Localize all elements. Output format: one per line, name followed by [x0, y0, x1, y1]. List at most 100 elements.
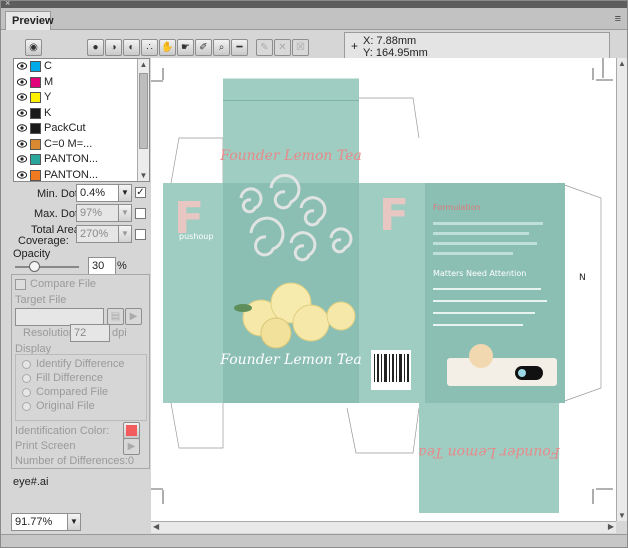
tac-label-2: Coverage:	[18, 235, 69, 247]
separation-name: PackCut	[44, 122, 86, 134]
separation-name: Y	[44, 91, 52, 103]
eye-icon[interactable]	[17, 124, 27, 132]
formulation-heading: Formulation	[433, 203, 481, 212]
opacity-unit: %	[117, 260, 127, 272]
option-fill-difference[interactable]: Fill Difference	[36, 372, 103, 384]
eye-icon[interactable]	[17, 62, 27, 70]
trash-icon[interactable]: ☒	[292, 39, 309, 56]
radio-original-file[interactable]	[22, 402, 31, 411]
canvas-scroll-up-icon[interactable]: ▲	[618, 59, 626, 68]
tac-checkbox[interactable]	[135, 229, 146, 240]
color-swatch	[30, 76, 41, 88]
scroll-down-arrow-icon[interactable]: ▼	[139, 171, 148, 180]
eye-icon[interactable]	[17, 139, 27, 148]
min-dot-checkbox[interactable]: ✓	[135, 187, 146, 198]
hand-tool-icon[interactable]: ✋	[159, 39, 176, 56]
separation-preview-icon[interactable]: ◑	[105, 39, 122, 56]
preview-panel: × Preview ≡ ◉ ● ◑ ◐ ∴ ✋ ☛ ✐ ⌕ ━ ✎ ✕ ☒ + …	[0, 0, 628, 548]
eyedropper-icon[interactable]: ✐	[195, 39, 212, 56]
min-dot-dropdown[interactable]: ▼	[118, 184, 132, 202]
color-swatch	[30, 138, 41, 150]
radio-identify-difference[interactable]	[22, 360, 31, 369]
zoom-input[interactable]: 91.77%	[11, 513, 69, 531]
canvas-scroll-down-icon[interactable]: ▼	[618, 511, 626, 520]
resolution-input[interactable]: 72	[70, 324, 110, 342]
bottom-product-title: Founder Lemon Tea	[418, 444, 560, 460]
separation-row[interactable]: C=0 M=...	[14, 137, 138, 153]
pencil-icon[interactable]: ✎	[256, 39, 273, 56]
scroll-thumb[interactable]	[139, 73, 148, 149]
opacity-slider-handle[interactable]	[29, 261, 41, 272]
option-original-file[interactable]: Original File	[36, 400, 95, 412]
panel-menu-icon[interactable]: ≡	[615, 13, 621, 25]
preview-canvas[interactable]: Founder Lemon Tea Founder Lemon Tea Foun…	[151, 58, 616, 521]
print-screen-label: Print Screen	[15, 440, 76, 452]
scroll-left-arrow-icon[interactable]: ◀	[153, 522, 159, 531]
panel-resize-strip[interactable]	[1, 534, 627, 547]
play-icon[interactable]: ▶	[125, 308, 142, 325]
eye-icon[interactable]	[17, 108, 27, 117]
separation-row[interactable]: C	[14, 59, 138, 75]
max-dot-checkbox[interactable]	[135, 208, 146, 219]
separation-row[interactable]: PANTON...	[14, 152, 138, 168]
separations-list[interactable]: C M Y K PackCut C=0 M=... PANTON... PANT…	[13, 58, 150, 182]
option-compared-file[interactable]: Compared File	[36, 386, 108, 398]
target-file-label: Target File	[15, 294, 67, 306]
resolution-unit: dpi	[112, 327, 127, 339]
separation-row[interactable]: PANTON...	[14, 168, 138, 182]
identification-color-button[interactable]	[123, 422, 140, 439]
separation-name: K	[44, 106, 52, 119]
delete-x-icon[interactable]: ✕	[274, 39, 291, 56]
ruler-icon[interactable]: ━	[231, 39, 248, 56]
eye-icon[interactable]	[17, 93, 27, 101]
separation-name: PANTON...	[44, 153, 98, 165]
package-artwork: Founder Lemon Tea Founder Lemon Tea Foun…	[151, 58, 613, 513]
zoom-dropdown[interactable]: ▼	[67, 513, 81, 531]
close-icon[interactable]: ×	[5, 0, 10, 8]
separation-row[interactable]: Y	[14, 90, 138, 106]
halftone-icon[interactable]: ◐	[123, 39, 140, 56]
option-identify-difference[interactable]: Identify Difference	[36, 358, 124, 370]
max-dot-input[interactable]: 97%	[76, 204, 122, 222]
color-swatch	[30, 61, 41, 72]
overprint-preview-icon[interactable]: ●	[87, 39, 104, 56]
tac-dropdown[interactable]: ▼	[118, 225, 132, 243]
eye-icon[interactable]	[17, 77, 27, 86]
separation-row[interactable]: M	[14, 75, 138, 91]
separation-row[interactable]: K	[14, 106, 138, 122]
front-product-title: Founder Lemon Tea	[219, 352, 361, 368]
grab-tool-icon[interactable]: ☛	[177, 39, 194, 56]
radio-compared-file[interactable]	[22, 388, 31, 397]
opacity-input[interactable]: 30	[88, 257, 116, 275]
color-swatch	[30, 123, 41, 134]
tac-input[interactable]: 270%	[76, 225, 122, 243]
zoom-icon[interactable]: ⌕	[213, 39, 230, 56]
browse-folder-icon[interactable]: ▤	[107, 308, 124, 325]
canvas-horizontal-scrollbar[interactable]: ◀ ▶	[151, 521, 616, 533]
eye-icon[interactable]	[17, 170, 27, 179]
max-dot-label: Max. Dot:	[34, 208, 82, 220]
min-dot-input[interactable]: 0.4%	[76, 184, 122, 202]
separation-name: C=0 M=...	[44, 137, 93, 150]
resolution-icon[interactable]: ∴	[141, 39, 158, 56]
eye-icon[interactable]	[17, 155, 27, 163]
brand-name-left: pushoup	[179, 232, 213, 241]
tab-bar: Preview ≡	[1, 8, 627, 30]
separation-row[interactable]: PackCut	[14, 121, 138, 137]
lid-product-title: Founder Lemon Tea	[219, 148, 361, 164]
radio-fill-difference[interactable]	[22, 374, 31, 383]
canvas-vertical-scrollbar[interactable]: ▲ ▼	[616, 58, 627, 521]
scroll-up-arrow-icon[interactable]: ▲	[139, 60, 148, 69]
tab-preview[interactable]: Preview	[5, 11, 54, 30]
separations-scrollbar[interactable]: ▲ ▼	[137, 59, 149, 181]
opacity-slider-track[interactable]	[15, 266, 79, 268]
compare-file-label: Compare File	[30, 278, 97, 290]
scroll-right-arrow-icon[interactable]: ▶	[608, 522, 614, 531]
compare-file-checkbox[interactable]	[15, 279, 26, 290]
print-screen-play-icon[interactable]: ▶	[123, 438, 140, 455]
separation-name: M	[44, 75, 54, 88]
max-dot-dropdown[interactable]: ▼	[118, 204, 132, 222]
brand-logo-right: F	[379, 190, 409, 241]
x-coordinate: X: 7.88mm	[363, 35, 417, 47]
view-toggle-button[interactable]: ◉	[25, 39, 42, 56]
